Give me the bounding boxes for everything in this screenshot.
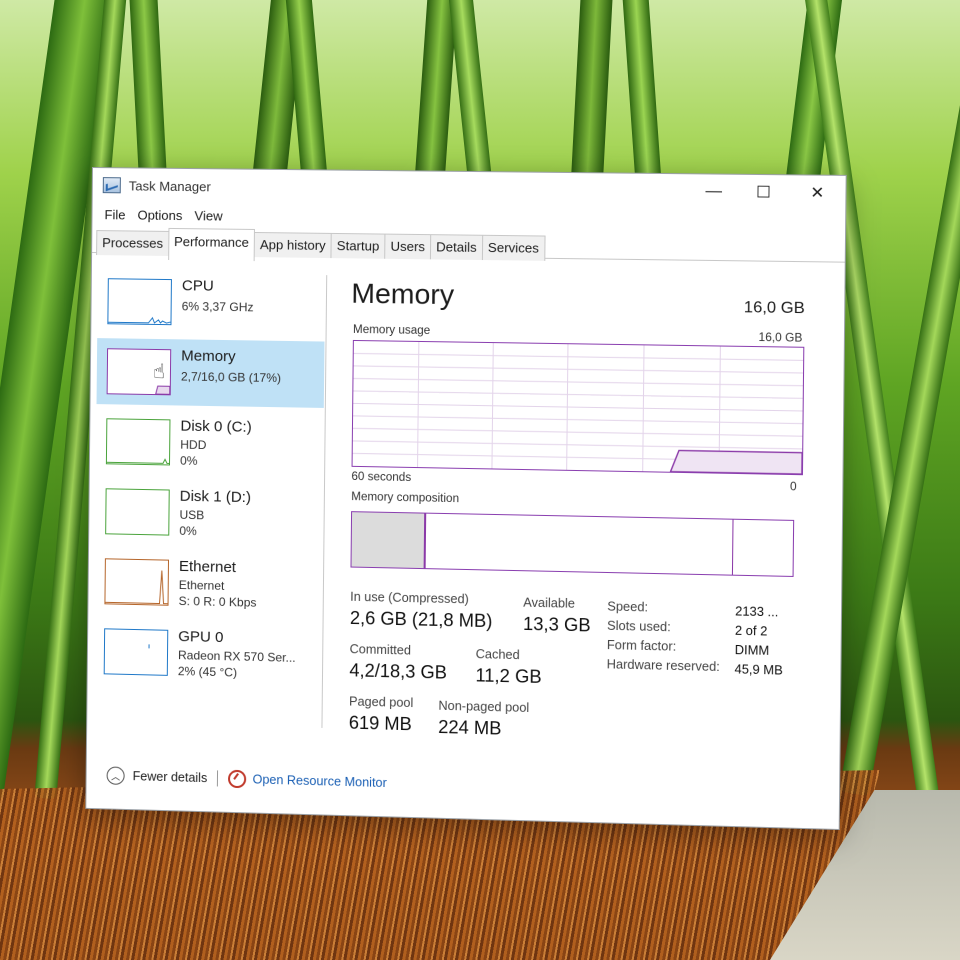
committed-label: Committed (349, 642, 412, 658)
sidebar-item-cpu[interactable]: CPU 6% 3,37 GHz (97, 268, 325, 337)
available-value: 13,3 GB (522, 613, 591, 636)
committed-value: 4,2/18,3 GB (349, 660, 448, 683)
composition-modified (425, 514, 426, 568)
non-paged-pool-value: 224 MB (438, 716, 502, 739)
page-title: Memory (351, 277, 455, 311)
time-axis-start: 60 seconds (351, 470, 412, 485)
footer-separator (217, 770, 219, 787)
time-axis-end: 0 (789, 481, 797, 494)
tab-startup[interactable]: Startup (330, 232, 386, 259)
speed-label: Speed: (607, 599, 649, 615)
minimize-button[interactable]: — (690, 174, 738, 209)
sidebar-item-title: Disk 0 (C:) (180, 417, 252, 436)
sidebar-item-memory[interactable]: ☝ Memory 2,7/16,0 GB (17%) (96, 338, 325, 408)
hardware-reserved-value: 45,9 MB (734, 662, 783, 678)
memory-composition-label: Memory composition (351, 491, 460, 506)
fewer-details-button[interactable]: Fewer details (133, 769, 208, 785)
sidebar-item-type: Ethernet (178, 577, 225, 593)
sidebar-item-title: CPU (181, 277, 214, 295)
sidebar-item-title: Memory (181, 347, 236, 366)
gpu-thumbnail-graph (103, 628, 169, 676)
resource-monitor-icon[interactable] (228, 769, 247, 789)
menu-file[interactable]: File (98, 207, 131, 222)
open-resource-monitor-link[interactable]: Open Resource Monitor (252, 772, 386, 790)
task-manager-window: Task Manager — ☐ ✕ File Options View Pro… (85, 167, 847, 831)
chevron-up-icon[interactable]: ︿ (106, 766, 125, 785)
memory-usage-label: Memory usage (352, 323, 431, 338)
hand-cursor-icon: ☝ (152, 360, 166, 384)
tab-performance[interactable]: Performance (167, 227, 256, 262)
resource-sidebar: CPU 6% 3,37 GHz ☝ Memory 2,7/16,0 GB (17… (94, 268, 326, 694)
hardware-reserved-label: Hardware reserved: (606, 657, 720, 675)
sidebar-item-disk-0[interactable]: Disk 0 (C:) HDD 0% (96, 408, 324, 478)
menu-options[interactable]: Options (131, 207, 188, 223)
available-label: Available (523, 595, 576, 611)
sidebar-item-type: Radeon RX 570 Ser... (177, 648, 296, 665)
form-factor-label: Form factor: (606, 637, 677, 654)
sidebar-item-gpu-0[interactable]: GPU 0 Radeon RX 570 Ser... 2% (45 °C) (94, 618, 322, 690)
sidebar-item-detail: S: 0 R: 0 Kbps (178, 593, 257, 610)
cached-value: 11,2 GB (475, 665, 542, 688)
tab-processes[interactable]: Processes (96, 230, 170, 256)
sidebar-item-type: USB (179, 507, 205, 523)
task-manager-icon (102, 177, 121, 194)
disk-1-thumbnail-graph (105, 488, 170, 536)
sidebar-item-detail: 0% (179, 523, 197, 539)
in-use-value: 2,6 GB (21,8 MB) (349, 607, 493, 632)
tab-users[interactable]: Users (384, 233, 432, 260)
composition-in-use (351, 512, 426, 569)
paged-pool-label: Paged pool (348, 694, 414, 711)
memory-composition-bar (350, 511, 795, 577)
sidebar-item-detail: 2% (45 °C) (177, 664, 238, 680)
memory-usage-graph (351, 339, 805, 476)
tab-details[interactable]: Details (429, 234, 483, 261)
window-title: Task Manager (128, 177, 211, 194)
sidebar-item-type: HDD (180, 437, 207, 453)
slots-used-value: 2 of 2 (734, 623, 768, 639)
composition-standby-boundary (732, 520, 733, 575)
speed-value: 2133 ... (735, 604, 779, 620)
menu-view[interactable]: View (188, 208, 228, 224)
tab-services[interactable]: Services (481, 234, 546, 261)
cpu-thumbnail-graph (107, 278, 172, 326)
cached-label: Cached (475, 647, 520, 663)
form-factor-value: DIMM (734, 642, 770, 658)
sidebar-item-title: GPU 0 (178, 628, 224, 647)
disk-0-thumbnail-graph (105, 418, 171, 466)
memory-total: 16,0 GB (743, 299, 805, 318)
close-button[interactable]: ✕ (793, 175, 841, 210)
in-use-label: In use (Compressed) (350, 589, 469, 607)
performance-panel: CPU 6% 3,37 GHz ☝ Memory 2,7/16,0 GB (17… (86, 254, 844, 829)
sidebar-item-disk-1[interactable]: Disk 1 (D:) USB 0% (95, 478, 323, 549)
memory-usage-series (670, 450, 802, 474)
sidebar-item-title: Ethernet (178, 557, 237, 577)
tab-app-history[interactable]: App history (253, 231, 332, 259)
sidebar-item-ethernet[interactable]: Ethernet Ethernet S: 0 R: 0 Kbps (94, 548, 322, 619)
maximize-button[interactable]: ☐ (739, 175, 787, 210)
slots-used-label: Slots used: (607, 618, 671, 635)
sidebar-item-title: Disk 1 (D:) (179, 487, 252, 507)
paged-pool-value: 619 MB (348, 712, 412, 735)
memory-detail-pane: Memory 16,0 GB Memory usage 16,0 GB 60 s… (346, 267, 812, 738)
ethernet-thumbnail-graph (104, 558, 170, 606)
sidebar-item-detail: 2,7/16,0 GB (17%) (180, 369, 282, 386)
sidebar-item-detail: 6% 3,37 GHz (181, 299, 254, 315)
non-paged-pool-label: Non-paged pool (438, 698, 530, 716)
memory-usage-max: 16,0 GB (758, 331, 803, 345)
sidebar-item-detail: 0% (180, 453, 198, 468)
